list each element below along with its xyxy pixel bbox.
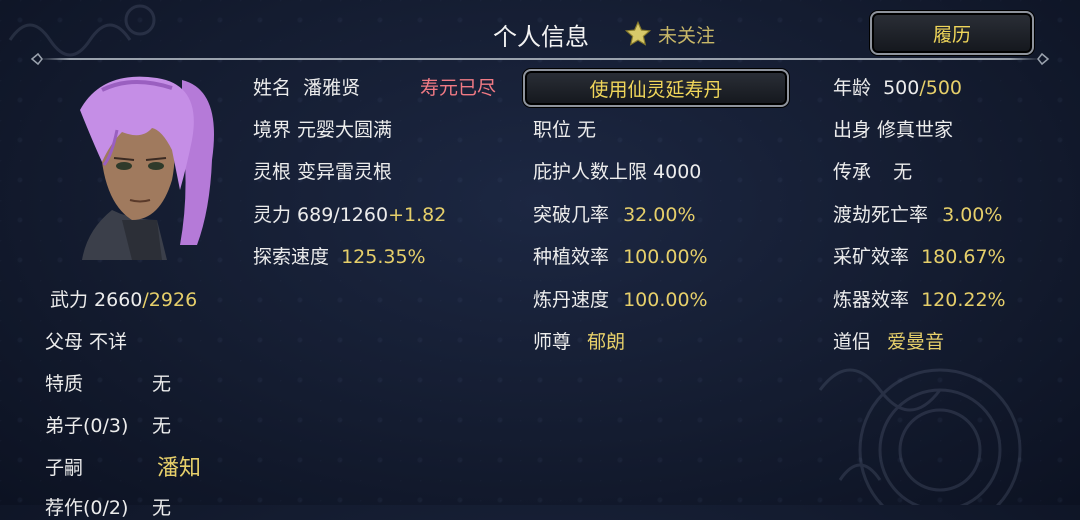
tribulation-field: 渡劫死亡率 3.00% bbox=[833, 204, 1003, 226]
master-field: 师尊 郁朗 bbox=[533, 331, 626, 353]
force-field: 武力 2660/2926 bbox=[50, 289, 198, 311]
disciples-value: 无 bbox=[152, 415, 172, 437]
cloud-swirl-icon bbox=[8, 4, 156, 57]
realm-field: 境界 元婴大圆满 bbox=[253, 119, 393, 141]
character-portrait bbox=[80, 76, 214, 260]
parents-field: 父母 不详 bbox=[45, 331, 128, 353]
next-label: 荐作(0/2) bbox=[45, 497, 129, 519]
age-max: /500 bbox=[919, 77, 962, 99]
disciples-label: 弟子(0/3) bbox=[45, 415, 129, 437]
heir-label: 子嗣 bbox=[45, 457, 84, 479]
trait-value: 无 bbox=[152, 373, 172, 395]
history-button[interactable]: 履历 bbox=[870, 11, 1034, 55]
page-title: 个人信息 bbox=[493, 23, 589, 51]
name-label: 姓名 潘雅贤 bbox=[253, 77, 361, 99]
position-field: 职位 无 bbox=[533, 119, 597, 141]
spirit-root-field: 灵根 变异雷灵根 bbox=[253, 161, 393, 183]
spirit-power-field: 灵力 689/1260+1.82 bbox=[253, 204, 447, 226]
trait-label: 特质 bbox=[45, 373, 84, 395]
age-current: 500 bbox=[883, 77, 920, 99]
master-link[interactable]: 郁朗 bbox=[587, 331, 625, 353]
character-name: 潘雅贤 bbox=[303, 77, 361, 99]
planting-field: 种植效率 100.00% bbox=[533, 246, 708, 268]
next-value: 无 bbox=[152, 497, 172, 519]
partner-link[interactable]: 爱曼音 bbox=[887, 331, 944, 353]
lifespan-status: 寿元已尽 bbox=[420, 77, 497, 99]
divider-end-left-icon bbox=[30, 52, 43, 66]
star-icon bbox=[624, 20, 652, 46]
explore-speed-field: 探索速度 125.35% bbox=[253, 246, 426, 268]
inheritance-field: 传承 无 bbox=[833, 161, 913, 183]
origin-field: 出身 修真世家 bbox=[833, 119, 954, 141]
age-field: 年龄 500/500 bbox=[833, 77, 962, 99]
follow-toggle[interactable]: 未关注 bbox=[624, 20, 715, 48]
alchemy-field: 炼丹速度 100.00% bbox=[533, 289, 708, 311]
mining-field: 采矿效率 180.67% bbox=[833, 246, 1006, 268]
header-divider bbox=[40, 58, 1040, 60]
partner-field: 道侣 爱曼音 bbox=[833, 331, 945, 353]
divider-end-right-icon bbox=[1037, 52, 1050, 66]
follow-label: 未关注 bbox=[658, 24, 716, 47]
heir-link[interactable]: 潘知 bbox=[157, 450, 201, 482]
protect-limit-field: 庇护人数上限 4000 bbox=[533, 161, 702, 183]
forging-field: 炼器效率 120.22% bbox=[833, 289, 1006, 311]
use-longevity-pill-button[interactable]: 使用仙灵延寿丹 bbox=[523, 69, 789, 107]
breakthrough-field: 突破几率 32.00% bbox=[533, 204, 696, 226]
cloud-swirl-icon bbox=[818, 368, 1022, 505]
